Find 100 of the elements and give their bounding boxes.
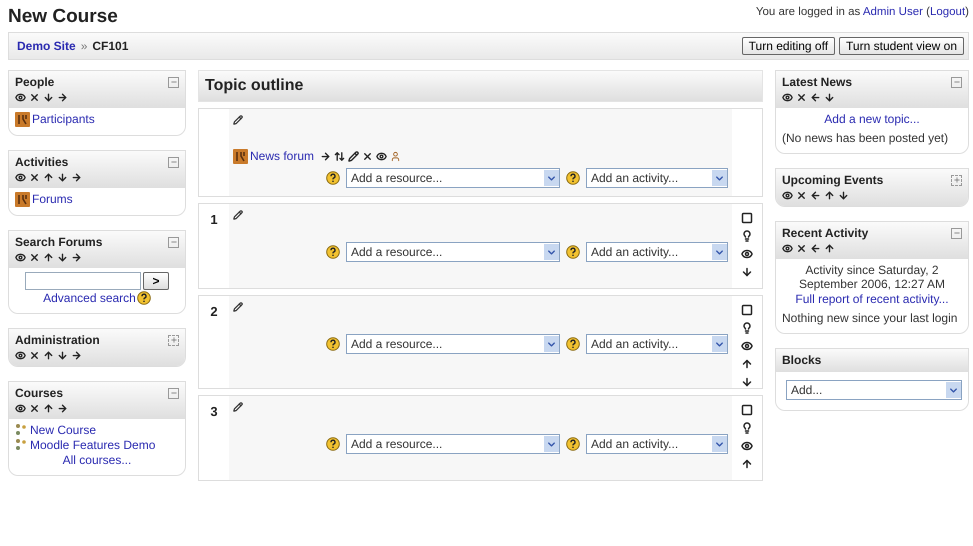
edit-icon[interactable] (233, 402, 243, 412)
up-arrow-icon[interactable] (741, 458, 753, 470)
down-arrow-icon[interactable] (43, 92, 54, 103)
down-arrow-icon[interactable] (57, 350, 68, 361)
up-arrow-icon[interactable] (43, 172, 54, 183)
help-icon[interactable] (326, 437, 340, 451)
collapse-icon[interactable] (168, 76, 179, 88)
expand-icon[interactable] (951, 174, 962, 186)
move-icon[interactable] (334, 151, 346, 162)
dropdown[interactable]: Add... (786, 380, 962, 400)
collapse-icon[interactable] (951, 228, 962, 238)
square-icon[interactable] (741, 212, 753, 224)
help-icon[interactable] (326, 245, 340, 259)
left-arrow-icon[interactable] (810, 92, 821, 103)
down-arrow-icon[interactable] (741, 266, 753, 278)
edit-icon[interactable] (233, 302, 243, 312)
delete-icon[interactable] (362, 151, 374, 162)
forum-link[interactable]: News forum (233, 149, 314, 164)
help-icon[interactable] (566, 171, 580, 185)
square-icon[interactable] (741, 304, 753, 316)
search-button[interactable]: > (143, 272, 168, 290)
square-icon[interactable] (741, 404, 753, 416)
up-arrow-icon[interactable] (43, 403, 54, 414)
eye-icon[interactable] (15, 172, 26, 183)
up-arrow-icon[interactable] (741, 358, 753, 370)
help-icon[interactable] (566, 437, 580, 451)
delete-icon[interactable] (29, 252, 40, 263)
delete-icon[interactable] (29, 403, 40, 414)
help-icon[interactable] (326, 171, 340, 185)
dropdown[interactable]: Add an activity... (586, 242, 728, 262)
eye-icon[interactable] (15, 350, 26, 361)
toggle-button[interactable]: Turn editing off (742, 37, 836, 55)
up-arrow-icon[interactable] (824, 243, 835, 254)
up-arrow-icon[interactable] (824, 190, 835, 201)
help-icon[interactable] (566, 337, 580, 351)
advanced-search-link[interactable]: Advanced search (43, 291, 136, 305)
down-arrow-icon[interactable] (741, 376, 753, 388)
eye-icon[interactable] (15, 92, 26, 103)
right-arrow-icon[interactable] (57, 92, 68, 103)
delete-icon[interactable] (796, 190, 807, 201)
collapse-icon[interactable] (168, 236, 179, 248)
right-arrow-icon[interactable] (320, 151, 332, 162)
delete-icon[interactable] (796, 243, 807, 254)
delete-icon[interactable] (796, 92, 807, 103)
dropdown[interactable]: Add an activity... (586, 434, 728, 454)
toggle-button[interactable]: Turn student view on (839, 37, 964, 55)
down-arrow-icon[interactable] (57, 252, 68, 263)
search-field[interactable] (25, 272, 142, 290)
help-icon[interactable] (566, 245, 580, 259)
dropdown[interactable]: Add an activity... (586, 334, 728, 354)
eye-icon[interactable] (15, 252, 26, 263)
collapse-icon[interactable] (168, 388, 179, 398)
down-arrow-icon[interactable] (838, 190, 849, 201)
right-arrow-icon[interactable] (57, 403, 68, 414)
lightbulb-icon[interactable] (741, 322, 753, 334)
dropdown[interactable]: Add a resource... (346, 434, 560, 454)
edit-icon[interactable] (348, 151, 360, 162)
eye-icon[interactable] (376, 151, 388, 162)
eye-icon[interactable] (741, 440, 753, 452)
block-link[interactable]: All courses... (15, 453, 179, 467)
breadcrumb-link[interactable]: Demo Site (17, 39, 76, 53)
edit-icon[interactable] (233, 210, 243, 220)
block-link[interactable]: Participants (15, 112, 179, 127)
right-arrow-icon[interactable] (71, 172, 82, 183)
delete-icon[interactable] (29, 172, 40, 183)
eye-icon[interactable] (782, 190, 793, 201)
collapse-icon[interactable] (951, 76, 962, 88)
block-link[interactable]: Add a new topic... (782, 112, 962, 126)
delete-icon[interactable] (29, 92, 40, 103)
login-link[interactable]: Logout (930, 6, 966, 18)
down-arrow-icon[interactable] (57, 172, 68, 183)
block-link[interactable]: Moodle Features Demo (15, 438, 179, 452)
right-arrow-icon[interactable] (71, 350, 82, 361)
lightbulb-icon[interactable] (741, 422, 753, 434)
left-arrow-icon[interactable] (810, 243, 821, 254)
eye-icon[interactable] (782, 92, 793, 103)
eye-icon[interactable] (782, 243, 793, 254)
eye-icon[interactable] (741, 340, 753, 352)
delete-icon[interactable] (29, 350, 40, 361)
collapse-icon[interactable] (168, 156, 179, 168)
lightbulb-icon[interactable] (741, 230, 753, 242)
eye-icon[interactable] (741, 248, 753, 260)
eye-icon[interactable] (15, 403, 26, 414)
login-link[interactable]: Admin User (862, 6, 923, 18)
help-icon[interactable] (326, 337, 340, 351)
help-icon[interactable] (136, 291, 151, 305)
block-link[interactable]: New Course (15, 423, 179, 437)
block-link[interactable]: Forums (15, 192, 179, 207)
person-icon[interactable] (390, 151, 402, 162)
down-arrow-icon[interactable] (824, 92, 835, 103)
dropdown[interactable]: Add an activity... (586, 168, 728, 188)
up-arrow-icon[interactable] (43, 350, 54, 361)
right-arrow-icon[interactable] (71, 252, 82, 263)
block-link[interactable]: Full report of recent activity... (782, 292, 962, 306)
edit-icon[interactable] (233, 115, 243, 125)
expand-icon[interactable] (168, 334, 179, 346)
up-arrow-icon[interactable] (43, 252, 54, 263)
dropdown[interactable]: Add a resource... (346, 334, 560, 354)
dropdown[interactable]: Add a resource... (346, 242, 560, 262)
left-arrow-icon[interactable] (810, 190, 821, 201)
